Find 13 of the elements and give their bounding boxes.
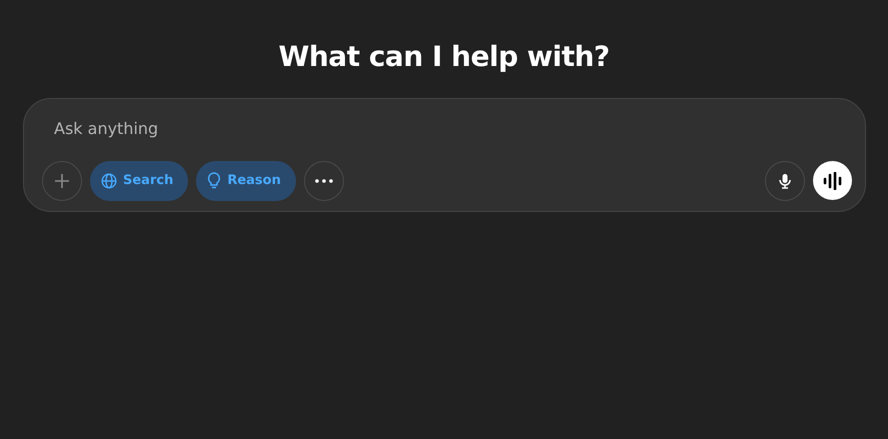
more-button[interactable]	[304, 160, 344, 201]
microphone-icon	[779, 172, 791, 189]
more-icon	[314, 178, 333, 183]
message-input[interactable]: Ask anything Search Reason	[23, 98, 866, 212]
tool-toggle[interactable]: Reason	[196, 160, 296, 201]
microphone-button[interactable]	[765, 160, 805, 201]
voice-mode-button[interactable]	[813, 161, 852, 200]
heading: What can I help with?	[277, 40, 611, 74]
globe-icon	[101, 172, 117, 189]
plus-icon	[53, 172, 71, 190]
lightbulb-icon	[207, 172, 222, 190]
sound-wave-icon	[822, 172, 842, 190]
tool-toggle[interactable]: Search	[90, 160, 188, 201]
